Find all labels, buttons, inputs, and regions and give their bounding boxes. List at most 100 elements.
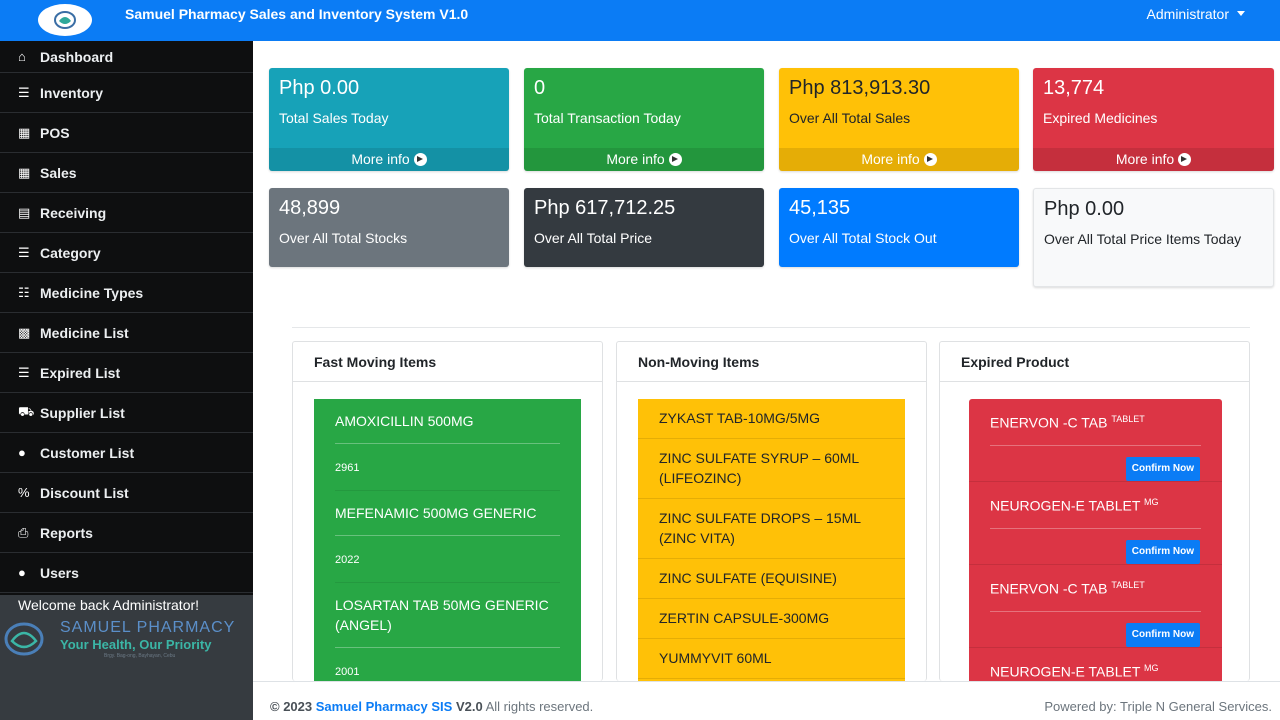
app-logo[interactable] — [38, 4, 92, 36]
list-item[interactable]: ZINC SULFATE SYRUP – 60ML (LIFEOZINC) — [638, 439, 905, 499]
list-item[interactable]: YUMMYVIT 60ML — [638, 639, 905, 679]
confirm-now-button[interactable]: Confirm Now — [1125, 623, 1200, 647]
more-info-link[interactable]: More info — [524, 148, 764, 171]
sidebar-item-supplier-list[interactable]: ⛟ Supplier List — [0, 393, 253, 433]
list-item[interactable]: ZERTIN CAPSULE-300MG — [638, 599, 905, 639]
sidebar-item-label: Sales — [40, 164, 77, 181]
item-unit: MG — [1144, 663, 1159, 673]
watermark-address: Brgy. Bag-ong, Bayhayan, Cebu — [104, 653, 176, 659]
expired-list: ENERVON -C TAB TABLET Confirm Now NEUROG… — [969, 399, 1222, 681]
sidebar-item-label: Medicine Types — [40, 284, 144, 301]
list-icon: ☰ — [18, 364, 30, 380]
more-info-link[interactable]: More info — [1033, 148, 1274, 171]
sidebar-item-customer-list[interactable]: ● Customer List — [0, 433, 253, 473]
caret-down-icon — [1237, 11, 1245, 16]
sidebar-item-dashboard[interactable]: ⌂ Dashboard — [0, 41, 253, 73]
sidebar-item-label: POS — [40, 124, 70, 141]
item-unit: TABLET — [1111, 580, 1145, 590]
stat-box-sales-today: Php 0.00 Total Sales Today More info — [269, 68, 509, 171]
boxes-icon: ▩ — [18, 324, 31, 340]
arrow-circle-right-icon — [1178, 153, 1192, 166]
sidebar-item-expired-list[interactable]: ☰ Expired List — [0, 353, 253, 393]
sidebar-item-label: Expired List — [40, 364, 121, 381]
list-item[interactable]: LOSARTAN TAB 50MG GENERIC (ANGEL) 2001 — [314, 583, 581, 681]
stat-value: Php 813,913.30 — [789, 77, 931, 99]
list-item: ENERVON -C TAB TABLET Confirm Now — [969, 399, 1222, 482]
sidebar-item-medicine-types[interactable]: ☷ Medicine Types — [0, 273, 253, 313]
stat-value: Php 0.00 — [279, 77, 360, 99]
table-list-icon: ☷ — [18, 284, 30, 300]
list-item: ENERVON -C TAB TABLET Confirm Now — [969, 565, 1222, 648]
sidebar-item-receiving[interactable]: ▤ Receiving — [0, 193, 253, 233]
list-item: NEUROGEN-E TABLET MG Confirm Now — [969, 482, 1222, 565]
pharmacy-watermark: SAMUEL PHARMACY Your Health, Our Priorit… — [0, 617, 253, 663]
home-icon: ⌂ — [18, 49, 26, 64]
page-footer: © 2023 Samuel Pharmacy SIS V2.0 All righ… — [253, 681, 1280, 720]
list-icon: ☰ — [18, 244, 30, 260]
arrow-circle-right-icon — [668, 153, 682, 166]
stat-label: Total Sales Today — [279, 110, 389, 126]
sidebar-item-inventory[interactable]: ☰ Inventory — [0, 73, 253, 113]
welcome-text: Welcome back Administrator! — [18, 597, 200, 613]
sidebar-item-discount-list[interactable]: % Discount List — [0, 473, 253, 513]
card-title: Fast Moving Items — [293, 342, 602, 382]
sidebar: ⌂ Dashboard ☰ Inventory ▦ POS ▦ Sales ▤ Recei… — [0, 41, 253, 720]
arrow-circle-right-icon — [923, 153, 937, 166]
more-info-link[interactable]: More info — [269, 148, 509, 171]
list-item[interactable]: ZINC SULFATE (EQUISINE) — [638, 559, 905, 599]
card-title: Non-Moving Items — [617, 342, 926, 382]
expired-product-card: Expired Product ENERVON -C TAB TABLET Co… — [939, 341, 1250, 681]
sidebar-item-label: Category — [40, 244, 101, 261]
list-item[interactable]: AMOXICILLIN 500MG 2961 — [314, 399, 581, 491]
item-quantity: 2022 — [335, 536, 560, 583]
more-info-link[interactable]: More info — [779, 148, 1019, 171]
item-name: NEUROGEN-E TABLET — [990, 497, 1141, 514]
sidebar-item-label: Supplier List — [40, 404, 125, 421]
sidebar-item-users[interactable]: ● Users — [0, 553, 253, 593]
top-navbar: Samuel Pharmacy Sales and Inventory Syst… — [0, 0, 1280, 41]
non-moving-card: Non-Moving Items ZYKAST TAB-10MG/5MG ZIN… — [616, 341, 927, 681]
stat-label: Expired Medicines — [1043, 110, 1158, 126]
stat-label: Over All Total Sales — [789, 110, 911, 126]
user-friends-icon: ● — [18, 445, 26, 460]
list-item[interactable]: ZINC SULFATE DROPS – 15ML (ZINC VITA) — [638, 499, 905, 559]
copyright-year: © 2023 — [270, 699, 313, 714]
item-unit: MG — [1144, 497, 1159, 507]
truck-icon: ⛟ — [18, 403, 35, 419]
list-item[interactable]: MEFENAMIC 500MG GENERIC 2022 — [314, 491, 581, 583]
user-menu-dropdown[interactable]: Administrator — [1147, 6, 1245, 22]
sidebar-item-label: Medicine List — [40, 324, 129, 341]
fast-moving-list: AMOXICILLIN 500MG 2961 MEFENAMIC 500MG G… — [314, 399, 581, 681]
stat-label: Over All Total Stocks — [279, 230, 408, 246]
item-quantity: 2001 — [335, 648, 560, 681]
confirm-now-button[interactable]: Confirm Now — [1125, 457, 1200, 481]
footer-copyright: © 2023 Samuel Pharmacy SIS V2.0 All righ… — [270, 699, 593, 714]
coins-icon: ▦ — [18, 164, 31, 180]
sidebar-item-label: Inventory — [40, 84, 104, 101]
sidebar-item-label: Reports — [40, 524, 93, 541]
sidebar-item-label: Discount List — [40, 484, 129, 501]
item-name: LOSARTAN TAB 50MG GENERIC (ANGEL) — [335, 595, 560, 648]
watermark-title: SAMUEL PHARMACY — [60, 619, 236, 636]
stat-box-total-price: Php 617,712.25 Over All Total Price — [524, 188, 764, 267]
sidebar-item-category[interactable]: ☰ Category — [0, 233, 253, 273]
sidebar-item-sales[interactable]: ▦ Sales — [0, 153, 253, 193]
more-info-label: More info — [1115, 151, 1175, 167]
more-info-label: More info — [606, 151, 665, 167]
sidebar-item-reports[interactable]: ⎙ Reports — [0, 513, 253, 553]
stat-box-total-stocks: 48,899 Over All Total Stocks — [269, 188, 509, 267]
sidebar-item-medicine-list[interactable]: ▩ Medicine List — [0, 313, 253, 353]
confirm-now-button[interactable]: Confirm Now — [1125, 540, 1200, 564]
list-item[interactable]: ZYKAST TAB-10MG/5MG — [638, 399, 905, 439]
sidebar-item-pos[interactable]: ▦ POS — [0, 113, 253, 153]
stat-box-transactions-today: 0 Total Transaction Today More info — [524, 68, 764, 171]
stat-label: Over All Total Price — [534, 230, 653, 246]
more-info-label: More info — [351, 151, 410, 167]
stat-value: 45,135 — [789, 197, 851, 219]
item-quantity: 2961 — [335, 444, 560, 491]
item-unit: TABLET — [1111, 414, 1145, 424]
coins-icon: ▦ — [18, 124, 31, 140]
footer-app-link[interactable]: Samuel Pharmacy SIS — [316, 699, 453, 714]
arrow-circle-right-icon — [413, 153, 427, 166]
pharmacy-logo-icon — [54, 11, 76, 29]
